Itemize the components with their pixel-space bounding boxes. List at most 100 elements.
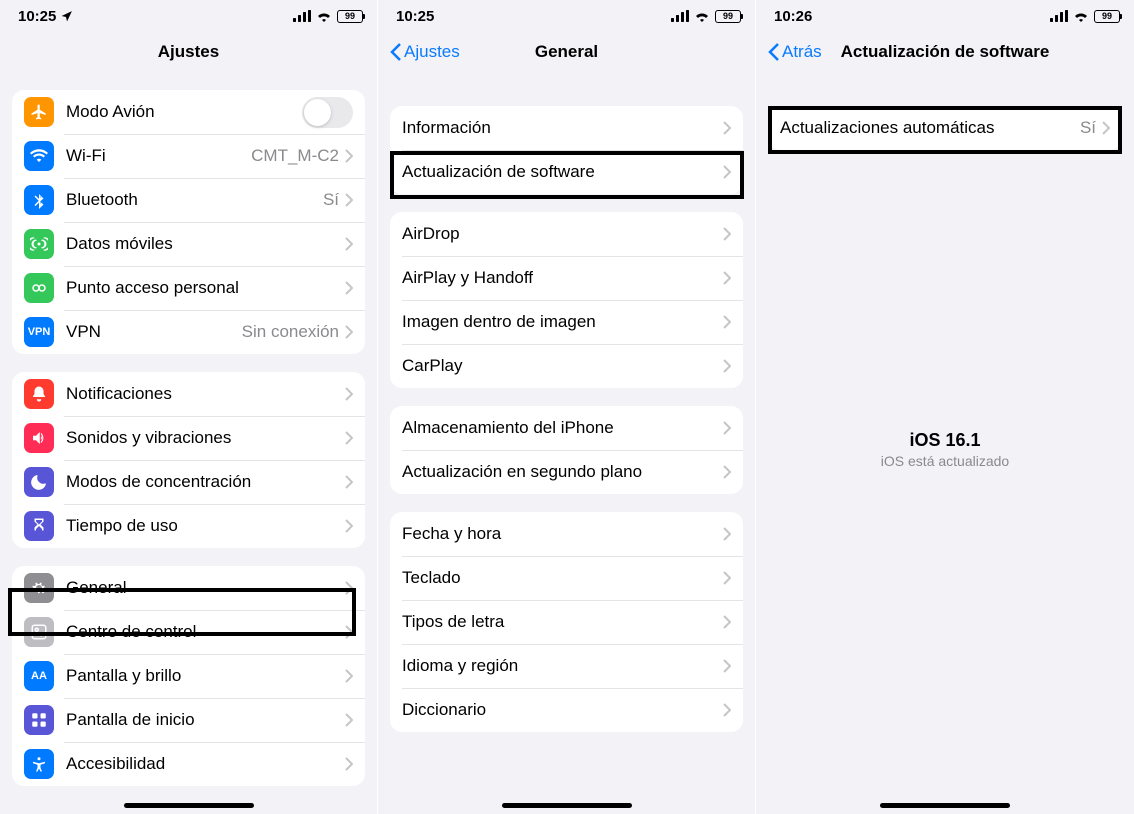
wifi-icon	[24, 141, 54, 171]
row-value: CMT_M-C2	[251, 146, 339, 166]
hotspot-icon	[24, 273, 54, 303]
chevron-right-icon	[723, 359, 731, 373]
nav-bar: Atrás Actualización de software	[756, 28, 1134, 76]
chevron-right-icon	[345, 757, 353, 771]
row-label: Tipos de letra	[402, 612, 723, 632]
chevron-right-icon	[345, 581, 353, 595]
row-software-update[interactable]: Actualización de software	[390, 150, 743, 194]
chevron-right-icon	[723, 527, 731, 541]
row-display[interactable]: AA Pantalla y brillo	[12, 654, 365, 698]
battery-icon: 99	[715, 10, 741, 23]
row-airplane-mode[interactable]: Modo Avión	[12, 90, 365, 134]
general-group-storage: Almacenamiento del iPhone Actualización …	[390, 406, 743, 494]
row-label: Pantalla de inicio	[66, 710, 345, 730]
chevron-right-icon	[345, 669, 353, 683]
back-button[interactable]: Atrás	[762, 28, 828, 76]
row-label: Datos móviles	[66, 234, 345, 254]
screen-software-update: 10:26 99 Atrás Actualización de software…	[756, 0, 1134, 814]
row-cellular[interactable]: Datos móviles	[12, 222, 365, 266]
chevron-right-icon	[1102, 121, 1110, 135]
row-carplay[interactable]: CarPlay	[390, 344, 743, 388]
row-label: Notificaciones	[66, 384, 345, 404]
chevron-right-icon	[723, 615, 731, 629]
row-information[interactable]: Información	[390, 106, 743, 150]
screen-settings: 10:25 99 Ajustes Modo Avión	[0, 0, 378, 814]
row-label: Teclado	[402, 568, 723, 588]
chevron-right-icon	[345, 193, 353, 207]
row-airplay[interactable]: AirPlay y Handoff	[390, 256, 743, 300]
row-dictionary[interactable]: Diccionario	[390, 688, 743, 732]
chevron-right-icon	[345, 713, 353, 727]
bell-icon	[24, 379, 54, 409]
hourglass-icon	[24, 511, 54, 541]
row-wifi[interactable]: Wi-Fi CMT_M-C2	[12, 134, 365, 178]
battery-icon: 99	[337, 10, 363, 23]
home-screen-icon	[24, 705, 54, 735]
row-value: Sí	[323, 190, 339, 210]
row-focus[interactable]: Modos de concentración	[12, 460, 365, 504]
row-label: Modos de concentración	[66, 472, 345, 492]
row-label: Bluetooth	[66, 190, 323, 210]
row-home-screen[interactable]: Pantalla de inicio	[12, 698, 365, 742]
row-fonts[interactable]: Tipos de letra	[390, 600, 743, 644]
status-bar: 10:26 99	[756, 0, 1134, 28]
row-notifications[interactable]: Notificaciones	[12, 372, 365, 416]
gear-icon	[24, 573, 54, 603]
screen-general: 10:25 99 Ajustes General Información	[378, 0, 756, 814]
status-time: 10:25	[18, 8, 56, 25]
row-pip[interactable]: Imagen dentro de imagen	[390, 300, 743, 344]
row-label: Información	[402, 118, 723, 138]
chevron-right-icon	[723, 571, 731, 585]
chevron-right-icon	[723, 421, 731, 435]
row-accessibility[interactable]: Accesibilidad	[12, 742, 365, 786]
row-background-refresh[interactable]: Actualización en segundo plano	[390, 450, 743, 494]
ios-status: iOS está actualizado	[756, 453, 1134, 469]
location-icon	[60, 10, 73, 23]
row-date-time[interactable]: Fecha y hora	[390, 512, 743, 556]
row-bluetooth[interactable]: Bluetooth Sí	[12, 178, 365, 222]
cellular-icon	[671, 10, 689, 22]
chevron-right-icon	[345, 625, 353, 639]
chevron-right-icon	[345, 237, 353, 251]
row-label: General	[66, 578, 345, 598]
row-label: Actualizaciones automáticas	[780, 118, 1080, 138]
row-label: Sonidos y vibraciones	[66, 428, 345, 448]
row-auto-updates[interactable]: Actualizaciones automáticas Sí	[768, 106, 1122, 150]
row-general[interactable]: General	[12, 566, 365, 610]
cellular-icon	[1050, 10, 1068, 22]
row-hotspot[interactable]: Punto acceso personal	[12, 266, 365, 310]
control-center-icon	[24, 617, 54, 647]
row-label: Actualización de software	[402, 162, 723, 182]
general-group-info: Información Actualización de software	[390, 106, 743, 194]
row-label: VPN	[66, 322, 242, 342]
page-title: Actualización de software	[841, 42, 1050, 62]
row-vpn[interactable]: VPN VPN Sin conexión	[12, 310, 365, 354]
row-screentime[interactable]: Tiempo de uso	[12, 504, 365, 548]
row-storage[interactable]: Almacenamiento del iPhone	[390, 406, 743, 450]
chevron-right-icon	[345, 325, 353, 339]
row-label: Pantalla y brillo	[66, 666, 345, 686]
sound-icon	[24, 423, 54, 453]
wifi-icon	[694, 10, 710, 22]
status-bar: 10:25 99	[378, 0, 755, 28]
chevron-right-icon	[345, 387, 353, 401]
row-language[interactable]: Idioma y región	[390, 644, 743, 688]
row-label: Modo Avión	[66, 102, 302, 122]
vpn-icon: VPN	[24, 317, 54, 347]
home-indicator[interactable]	[502, 803, 632, 808]
chevron-right-icon	[723, 703, 731, 717]
ios-version: iOS 16.1	[756, 430, 1134, 451]
row-keyboard[interactable]: Teclado	[390, 556, 743, 600]
nav-bar: Ajustes General	[378, 28, 755, 76]
home-indicator[interactable]	[124, 803, 254, 808]
row-sounds[interactable]: Sonidos y vibraciones	[12, 416, 365, 460]
row-label: Fecha y hora	[402, 524, 723, 544]
chevron-right-icon	[723, 465, 731, 479]
row-airdrop[interactable]: AirDrop	[390, 212, 743, 256]
home-indicator[interactable]	[880, 803, 1010, 808]
airplane-toggle[interactable]	[302, 97, 353, 128]
row-label: Imagen dentro de imagen	[402, 312, 723, 332]
row-control-center[interactable]: Centro de control	[12, 610, 365, 654]
back-button[interactable]: Ajustes	[384, 28, 466, 76]
back-label: Ajustes	[404, 42, 460, 62]
